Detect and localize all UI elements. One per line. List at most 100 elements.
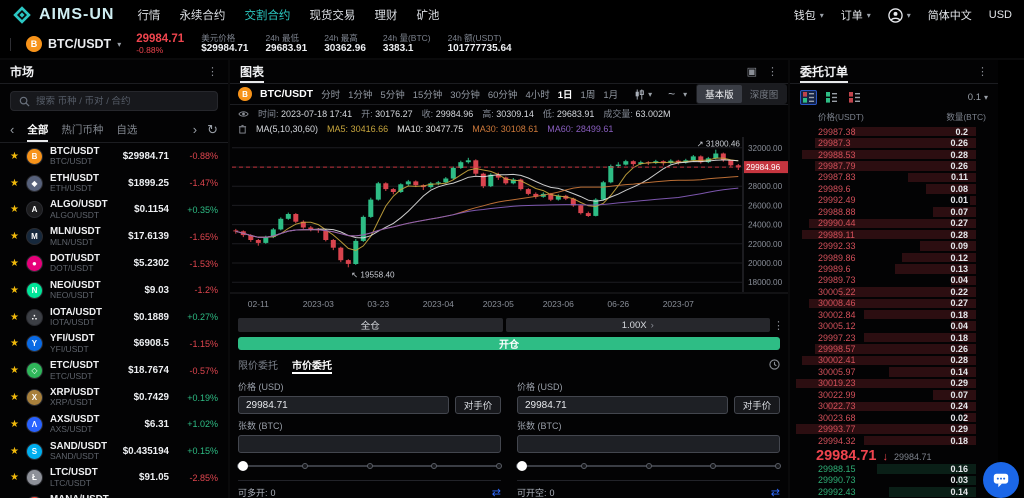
leverage-button[interactable]: 1.00X› xyxy=(506,318,771,332)
long-price-input[interactable] xyxy=(238,396,449,414)
ask-row[interactable]: 29989.860.12 xyxy=(790,252,976,263)
coin-row-algo-usdt[interactable]: ★AALGO/USDTALGO/USDT$0.1154+0.35% xyxy=(0,197,228,224)
refresh-icon[interactable]: ↻ xyxy=(207,122,218,138)
support-chat-button[interactable] xyxy=(983,462,1019,498)
short-qty-input[interactable] xyxy=(517,435,780,453)
transfer-icon[interactable]: ⇄ xyxy=(492,486,501,498)
interval-button[interactable]: 5分钟 xyxy=(380,87,404,101)
depth-view-button[interactable]: 深度图 xyxy=(742,85,787,103)
favorite-icon[interactable]: ★ xyxy=(10,258,19,269)
favorite-icon[interactable]: ★ xyxy=(10,472,19,483)
ask-row[interactable]: 30002.840.18 xyxy=(790,309,976,320)
favorite-icon[interactable]: ★ xyxy=(10,338,19,349)
ask-row[interactable]: 29989.60.13 xyxy=(790,263,976,274)
market-tab[interactable]: 热门币种 xyxy=(61,117,103,142)
book-mode-asks-icon[interactable] xyxy=(846,90,863,105)
ask-row[interactable]: 29989.730.04 xyxy=(790,275,976,286)
language-selector[interactable]: 简体中文 xyxy=(928,7,972,23)
slider-thumb[interactable] xyxy=(517,461,527,471)
ask-row[interactable]: 29992.490.01 xyxy=(790,195,976,206)
ask-row[interactable]: 30005.120.04 xyxy=(790,320,976,331)
bid-row[interactable]: 29988.150.16 xyxy=(790,463,976,474)
short-price-input[interactable] xyxy=(517,396,728,414)
interval-button[interactable]: 分时 xyxy=(321,87,340,101)
slider-thumb[interactable] xyxy=(238,461,248,471)
nav-item-finance[interactable]: 理财 xyxy=(374,7,397,23)
coin-row-etc-usdt[interactable]: ★◇ETC/USDTETC/USDT$18.7674-0.57% xyxy=(0,357,228,384)
chevron-down-icon[interactable]: ▾ xyxy=(683,90,687,99)
current-price-row[interactable]: 29984.71 ↓ 29984.71 xyxy=(790,446,998,463)
nav-item-pool[interactable]: 矿池 xyxy=(416,7,439,23)
ask-row[interactable]: 29998.570.26 xyxy=(790,343,976,354)
short-qty-slider[interactable] xyxy=(519,460,778,472)
candlestick-chart[interactable]: 18000.0020000.0022000.0024000.0026000.00… xyxy=(230,136,788,314)
ask-row[interactable]: 29988.530.28 xyxy=(790,149,976,160)
currency-selector[interactable]: USD xyxy=(989,9,1012,21)
favorite-icon[interactable]: ★ xyxy=(10,204,19,215)
ask-row[interactable]: 29997.230.18 xyxy=(790,332,976,343)
ask-row[interactable]: 30005.220.22 xyxy=(790,286,976,297)
long-counter-price-button[interactable]: 对手价 xyxy=(455,396,501,414)
interval-button[interactable]: 4小时 xyxy=(525,87,549,101)
ask-row[interactable]: 30022.730.24 xyxy=(790,401,976,412)
nav-item-perpetual[interactable]: 永续合约 xyxy=(179,7,225,23)
ask-row[interactable]: 29992.330.09 xyxy=(790,240,976,251)
favorite-icon[interactable]: ★ xyxy=(10,365,19,376)
favorite-icon[interactable]: ★ xyxy=(10,285,19,296)
interval-button[interactable]: 15分钟 xyxy=(413,87,443,101)
ask-row[interactable]: 29989.60.08 xyxy=(790,183,976,194)
ask-row[interactable]: 30002.410.28 xyxy=(790,355,976,366)
coin-row-btc-usdt[interactable]: ★BBTC/USDTBTC/USDT$29984.71-0.88% xyxy=(0,143,228,170)
ask-row[interactable]: 30008.460.27 xyxy=(790,298,976,309)
coin-row-ltc-usdt[interactable]: ★ŁLTC/USDTLTC/USDT$91.05-2.85% xyxy=(0,465,228,492)
precision-dropdown[interactable]: 0.1 ▾ xyxy=(968,92,988,103)
open-position-button[interactable]: 开仓 xyxy=(238,337,780,350)
long-qty-slider[interactable] xyxy=(240,460,499,472)
ask-row[interactable]: 29987.30.26 xyxy=(790,137,976,148)
line-chart-icon[interactable]: ~ xyxy=(668,87,675,101)
coin-row-mln-usdt[interactable]: ★MMLN/USDTMLN/USDT$17.6139-1.65% xyxy=(0,223,228,250)
history-clock-icon[interactable] xyxy=(769,353,780,375)
orders-menu[interactable]: 订单▾ xyxy=(841,7,871,23)
nav-item-delivery[interactable]: 交割合约 xyxy=(244,7,290,23)
expand-icon[interactable]: ▣ xyxy=(747,65,757,78)
pair-selector[interactable]: B BTC/USDT ▾ xyxy=(26,36,121,52)
chart-type-selector[interactable]: ▾ xyxy=(634,89,652,100)
favorite-icon[interactable]: ★ xyxy=(10,178,19,189)
chevron-left-icon[interactable]: ‹ xyxy=(10,122,14,137)
order-type-tab[interactable]: 限价委托 xyxy=(238,353,278,375)
favorite-icon[interactable]: ★ xyxy=(10,151,19,162)
bid-row[interactable]: 29990.730.03 xyxy=(790,475,976,486)
ask-row[interactable]: 30022.990.07 xyxy=(790,389,976,400)
ask-row[interactable]: 29989.110.28 xyxy=(790,229,976,240)
search-box[interactable] xyxy=(10,91,218,111)
brand[interactable]: AIMS-UN xyxy=(12,5,114,25)
ask-row[interactable]: 30005.970.14 xyxy=(790,366,976,377)
coin-row-iota-usdt[interactable]: ★∴IOTA/USDTIOTA/USDT$0.1889+0.27% xyxy=(0,304,228,331)
coin-row-neo-usdt[interactable]: ★NNEO/USDTNEO/USDT$9.03-1.2% xyxy=(0,277,228,304)
nav-item-spot[interactable]: 现货交易 xyxy=(309,7,355,23)
bid-row[interactable]: 29992.430.14 xyxy=(790,486,976,497)
coin-row-dot-usdt[interactable]: ★●DOT/USDTDOT/USDT$5.2302-1.53% xyxy=(0,250,228,277)
coin-row-mana-usdt[interactable]: ★MMANA/USDTMANA/USDT$0.4084-0.12% xyxy=(0,491,228,498)
coin-row-axs-usdt[interactable]: ★ΛAXS/USDTAXS/USDT$6.31+1.02% xyxy=(0,411,228,438)
ask-row[interactable]: 30019.230.29 xyxy=(790,378,976,389)
margin-mode-button[interactable]: 全仓 xyxy=(238,318,503,332)
book-mode-both-icon[interactable] xyxy=(800,90,817,105)
favorite-icon[interactable]: ★ xyxy=(10,392,19,403)
ask-row[interactable]: 29990.440.27 xyxy=(790,218,976,229)
kebab-menu-icon[interactable]: ⋮ xyxy=(767,65,778,78)
interval-button[interactable]: 1周 xyxy=(581,87,596,101)
favorite-icon[interactable]: ★ xyxy=(10,312,19,323)
favorite-icon[interactable]: ★ xyxy=(10,446,19,457)
coin-row-xrp-usdt[interactable]: ★XXRP/USDTXRP/USDT$0.7429+0.19% xyxy=(0,384,228,411)
account-menu[interactable]: ▾ xyxy=(888,8,911,23)
interval-button[interactable]: 1分钟 xyxy=(348,87,372,101)
order-type-tab[interactable]: 市价委托 xyxy=(292,353,332,375)
market-tab[interactable]: 自选 xyxy=(116,117,137,142)
ask-row[interactable]: 29994.320.18 xyxy=(790,435,976,446)
coin-row-yfi-usdt[interactable]: ★YYFI/USDTYFI/USDT$6908.5-1.15% xyxy=(0,331,228,358)
ask-row[interactable]: 30023.680.02 xyxy=(790,412,976,423)
ask-row[interactable]: 29993.770.29 xyxy=(790,423,976,434)
trash-icon[interactable] xyxy=(238,124,247,134)
